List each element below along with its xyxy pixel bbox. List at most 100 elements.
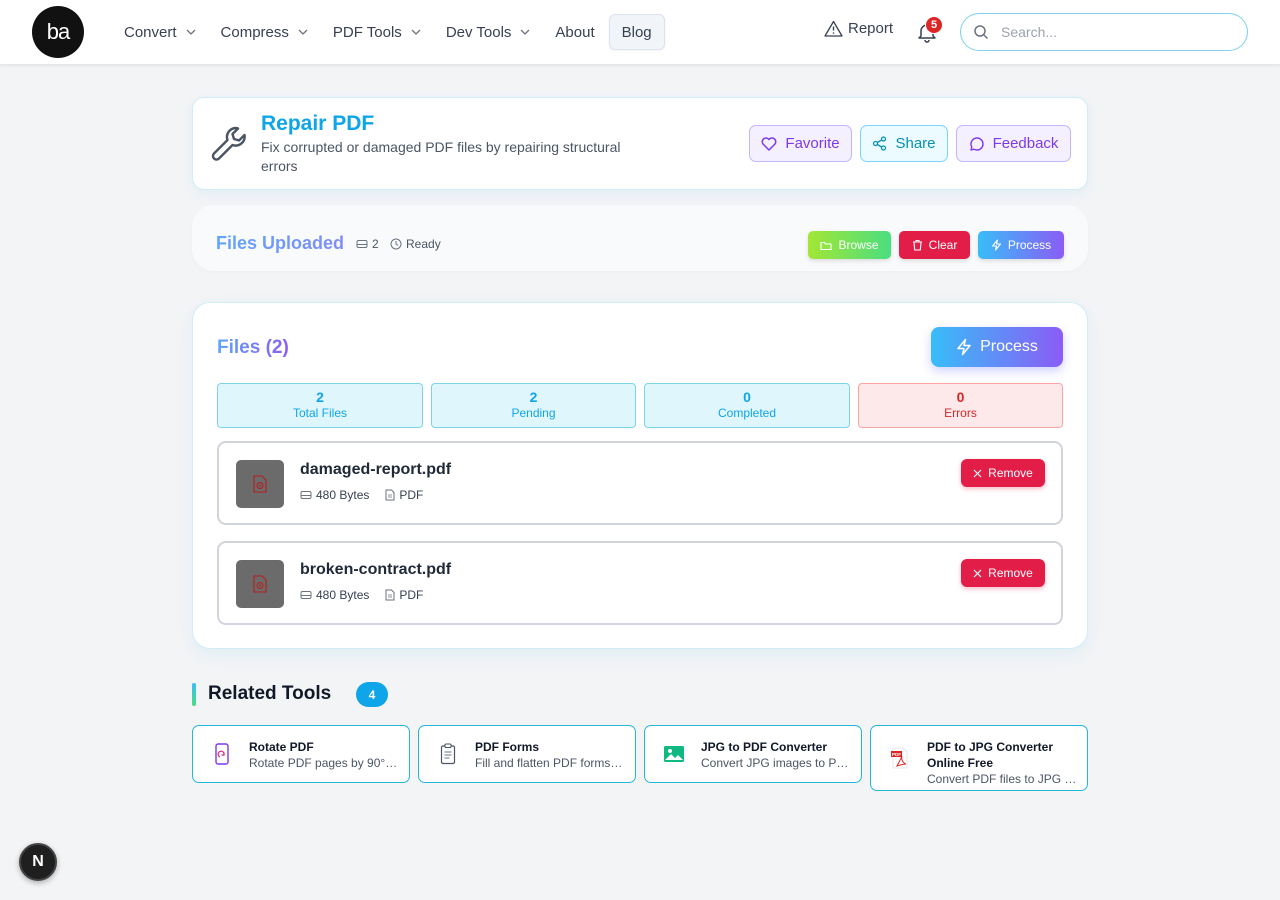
folder-icon	[820, 241, 833, 250]
close-icon	[973, 569, 982, 577]
browse-label: Browse	[838, 238, 879, 252]
remove-label: Remove	[988, 466, 1033, 480]
nav-blog[interactable]: Blog	[608, 14, 665, 50]
clear-button[interactable]: Clear	[899, 231, 970, 259]
notification-badge: 5	[925, 16, 943, 34]
favorite-label: Favorite	[785, 135, 840, 152]
related-tool-desc: Convert PDF files to JPG images	[927, 772, 1077, 786]
top-navbar: ba Convert Compress PDF Tools Dev Tools …	[0, 0, 1280, 65]
related-tool-card[interactable]: PDF Forms Fill and flatten PDF forms onl…	[418, 725, 636, 783]
process-button[interactable]: Process	[931, 327, 1063, 367]
tool-header-card: Repair PDF Fix corrupted or damaged PDF …	[192, 97, 1088, 190]
browse-button[interactable]: Browse	[808, 231, 891, 259]
chat-bubble-icon	[969, 136, 984, 151]
upload-status-value: Ready	[406, 237, 441, 251]
clear-label: Clear	[928, 238, 958, 252]
files-panel: Files (2) Process 2 Total Files 2 Pendin…	[192, 302, 1088, 649]
share-icon	[873, 136, 887, 151]
related-tools-title: Related Tools	[208, 683, 332, 704]
page-title: Repair PDF	[261, 112, 375, 135]
clipboard-icon	[437, 742, 459, 766]
related-tool-name: PDF to JPG Converter Online Free	[927, 740, 1054, 770]
image-icon	[663, 742, 685, 766]
nav-dev-tools-label: Dev Tools	[445, 23, 512, 41]
related-tool-name: JPG to PDF Converter	[701, 740, 828, 754]
file-name: damaged-report.pdf	[300, 461, 452, 478]
related-tool-name: Rotate PDF	[249, 740, 314, 754]
stat-total-label: Total Files	[292, 406, 348, 420]
document-icon	[385, 489, 395, 501]
process-button-small[interactable]: Process	[978, 231, 1064, 259]
nav-about[interactable]: About	[543, 14, 606, 50]
pdf-file-icon: PDF	[889, 746, 911, 770]
upload-status: Ready	[390, 237, 441, 251]
feedback-button[interactable]: Feedback	[956, 125, 1071, 162]
nav-convert-label: Convert	[124, 23, 177, 41]
files-title: Files (2)	[217, 337, 289, 358]
document-icon	[385, 589, 395, 601]
drive-icon	[300, 591, 312, 599]
chevron-down-icon	[298, 29, 308, 35]
file-meta: 480 Bytes PDF	[300, 488, 439, 502]
stat-pending-value: 2	[529, 389, 538, 405]
related-tool-card[interactable]: PDF PDF to JPG Converter Online Free Con…	[870, 725, 1088, 791]
drive-icon	[356, 240, 368, 248]
file-thumbnail	[236, 460, 284, 508]
stat-completed-value: 0	[743, 389, 751, 405]
rotate-phone-icon	[211, 742, 233, 766]
broken-file-icon	[253, 475, 267, 493]
main-nav: Convert Compress PDF Tools Dev Tools Abo…	[112, 14, 665, 50]
stat-pending-label: Pending	[511, 406, 556, 420]
related-count-badge: 4	[356, 682, 388, 707]
process-label-small: Process	[1007, 238, 1052, 252]
remove-file-button[interactable]: Remove	[961, 459, 1045, 487]
remove-label: Remove	[988, 566, 1033, 580]
nav-pdf-tools-label: PDF Tools	[332, 23, 402, 41]
warning-icon	[824, 20, 843, 37]
site-logo[interactable]: ba	[32, 6, 84, 58]
nav-compress[interactable]: Compress	[209, 14, 321, 50]
report-button[interactable]: Report	[824, 20, 893, 37]
related-tool-card[interactable]: JPG to PDF Converter Convert JPG images …	[644, 725, 862, 783]
stat-errors-label: Errors	[944, 406, 977, 420]
file-count-value: 2	[372, 237, 379, 251]
nav-pdf-tools[interactable]: PDF Tools	[321, 14, 434, 50]
page-description: Fix corrupted or damaged PDF files by re…	[261, 139, 621, 174]
upload-status-bar: Files Uploaded 2 Ready Browse Clear Proc…	[192, 205, 1088, 271]
svg-text:PDF: PDF	[892, 752, 901, 757]
heart-icon	[761, 137, 777, 151]
lightning-icon	[991, 239, 1001, 251]
nav-about-label: About	[555, 23, 595, 41]
upload-title: Files Uploaded	[216, 233, 345, 253]
favorite-button[interactable]: Favorite	[749, 125, 852, 162]
related-tool-card[interactable]: Rotate PDF Rotate PDF pages by 90°, 180°…	[192, 725, 410, 783]
stat-completed: 0 Completed	[644, 383, 850, 428]
file-count: 2	[356, 237, 379, 251]
nav-convert[interactable]: Convert	[112, 14, 209, 50]
stat-total-files: 2 Total Files	[217, 383, 423, 428]
trash-icon	[912, 239, 922, 251]
file-row: damaged-report.pdf 480 Bytes PDF Remove	[217, 441, 1063, 525]
search-input[interactable]	[1001, 24, 1221, 40]
share-button[interactable]: Share	[860, 125, 948, 162]
related-tool-desc: Rotate PDF pages by 90°, 180° or 270°	[249, 756, 399, 770]
remove-file-button[interactable]: Remove	[961, 559, 1045, 587]
nav-compress-label: Compress	[220, 23, 289, 41]
lightning-icon	[957, 338, 971, 356]
file-thumbnail	[236, 560, 284, 608]
stat-errors: 0 Errors	[858, 383, 1063, 428]
stat-total-value: 2	[316, 389, 324, 405]
clock-icon	[390, 238, 402, 250]
broken-file-icon	[253, 575, 267, 593]
search-box	[960, 13, 1248, 51]
related-tool-name: PDF Forms	[475, 740, 540, 754]
file-name: broken-contract.pdf	[300, 561, 452, 578]
drive-icon	[300, 491, 312, 499]
search-icon	[974, 25, 989, 40]
wrench-icon	[211, 126, 246, 161]
nav-dev-tools[interactable]: Dev Tools	[434, 14, 544, 50]
related-tool-desc: Convert JPG images to PDF	[701, 756, 851, 770]
feedback-label: Feedback	[992, 135, 1059, 152]
stat-completed-label: Completed	[717, 406, 777, 420]
floating-n-button[interactable]: N	[19, 843, 57, 881]
